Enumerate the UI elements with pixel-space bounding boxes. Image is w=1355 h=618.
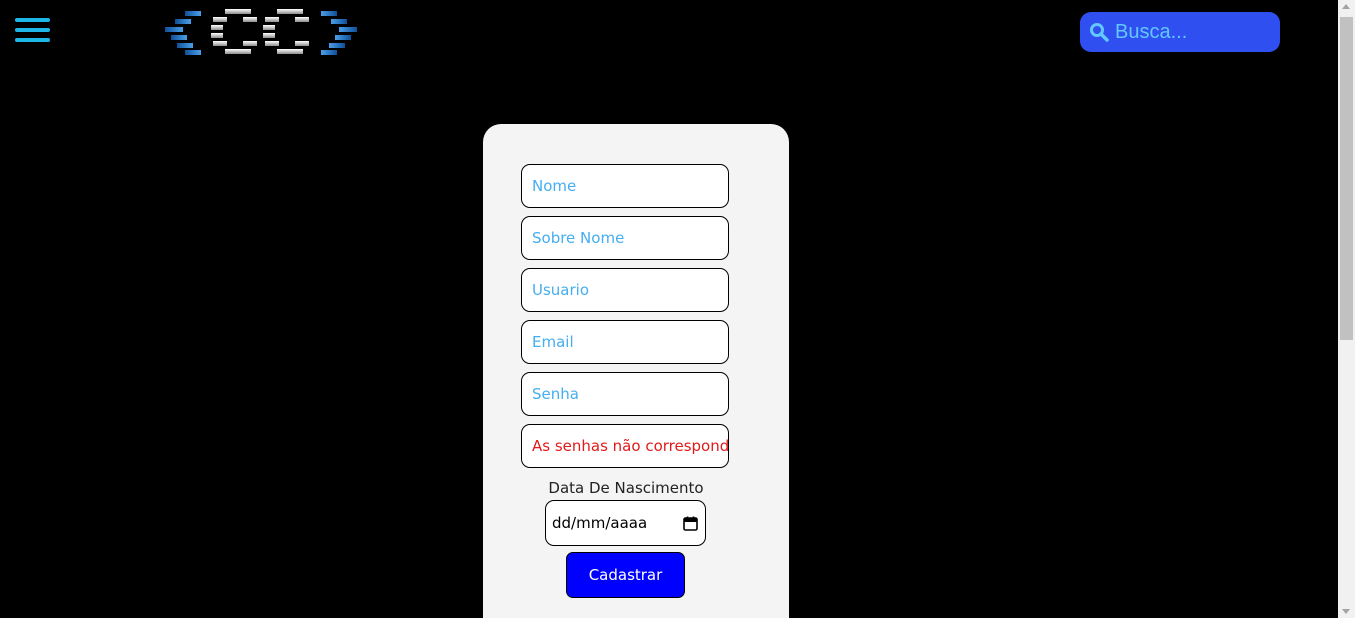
sobre-nome-input[interactable] [521,216,729,260]
page: Data De Nascimento dd/mm/aaaa Cadastrar [0,0,1355,618]
search-bar [1080,12,1280,52]
cadastrar-button[interactable]: Cadastrar [566,552,685,598]
logo-left-bracket [165,11,201,55]
senha-input[interactable] [521,372,729,416]
signup-form-card: Data De Nascimento dd/mm/aaaa Cadastrar [483,124,789,618]
menu-bar [15,18,50,22]
date-of-birth-label: Data De Nascimento [548,479,704,497]
logo[interactable] [163,7,361,57]
hamburger-menu-icon[interactable] [15,18,51,46]
logo-letter-c [263,9,309,54]
scroll-up-arrow-icon[interactable] [1342,4,1350,9]
date-value: dd/mm/aaaa [552,514,648,532]
usuario-input[interactable] [521,268,729,312]
logo-right-bracket [321,11,357,55]
search-input[interactable] [1115,20,1265,44]
confirm-password-error-field[interactable] [521,424,729,468]
scrollbar[interactable] [1338,0,1355,618]
scroll-down-arrow-icon[interactable] [1342,609,1350,614]
search-icon[interactable] [1089,22,1109,42]
email-input[interactable] [521,320,729,364]
scrollbar-thumb[interactable] [1340,17,1353,340]
menu-bar [15,38,50,42]
menu-bar [15,28,50,32]
date-of-birth-input[interactable]: dd/mm/aaaa [545,500,706,546]
calendar-icon[interactable] [683,516,698,531]
logo-letter-c [211,9,257,54]
nome-input[interactable] [521,164,729,208]
